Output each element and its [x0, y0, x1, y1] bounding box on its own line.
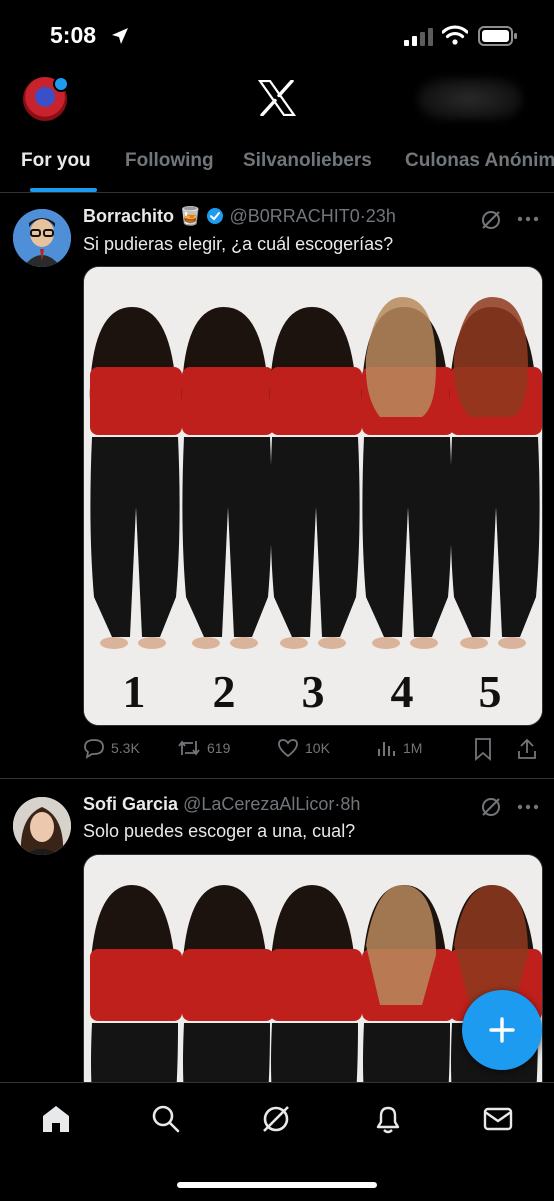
image-label-2: 2	[213, 666, 236, 717]
tweet-header: Sofi Garcia @LaCerezaAlLicor·8h	[83, 794, 361, 814]
wifi-icon	[442, 25, 468, 45]
share-icon[interactable]	[516, 737, 538, 761]
five-women-photo	[84, 855, 542, 1095]
tab-for-you[interactable]: For you	[21, 150, 91, 172]
image-label-4: 4	[391, 666, 414, 717]
tweet-text: Si pudieras elegir, ¿a cuál escogerías?	[83, 234, 394, 254]
tweet-actions: 5.3K 619 10K 1M	[83, 737, 543, 765]
tweet[interactable]: Borrachito 🥃 @B0RRACHIT0·23h Si pudieras…	[0, 193, 554, 778]
repost-count: 619	[207, 740, 231, 756]
verified-badge-icon	[207, 208, 224, 224]
image-label-3: 3	[302, 666, 325, 717]
tab-culonas-anonimas[interactable]: Culonas Anónim	[405, 150, 554, 172]
grok-icon[interactable]	[260, 1103, 292, 1135]
status-bar: 5:08	[0, 0, 554, 70]
author-avatar[interactable]	[13, 797, 71, 855]
timeline-tabs: For you Following Silvanoliebers Culonas…	[0, 140, 554, 193]
whisky-emoji: 🥃	[179, 206, 202, 226]
tweet-header: Borrachito 🥃 @B0RRACHIT0·23h	[83, 206, 396, 226]
more-options-icon[interactable]	[517, 216, 539, 222]
compose-post-button[interactable]	[462, 990, 542, 1070]
repost-button[interactable]: 619	[177, 737, 230, 759]
views-button[interactable]: 1M	[375, 737, 422, 759]
cellular-signal-icon	[404, 28, 433, 46]
tab-silvanoliebers[interactable]: Silvanoliebers	[243, 150, 372, 172]
x-logo-icon	[258, 80, 296, 116]
reply-icon	[84, 739, 104, 759]
notification-dot	[53, 76, 69, 92]
active-tab-indicator	[30, 188, 97, 192]
battery-icon	[478, 26, 517, 46]
cartoon-avatar-icon	[13, 209, 71, 267]
profile-avatar[interactable]	[23, 76, 69, 121]
plus-icon	[489, 1017, 515, 1043]
grok-icon[interactable]	[480, 209, 502, 231]
person-avatar-icon	[13, 797, 71, 855]
messages-icon[interactable]	[482, 1103, 514, 1135]
bookmark-icon[interactable]	[472, 737, 494, 761]
reply-count: 5.3K	[111, 740, 140, 756]
image-label-5: 5	[479, 666, 502, 717]
author-name[interactable]: Borrachito	[83, 206, 174, 226]
tweet-time: 23h	[365, 206, 396, 226]
author-handle: @B0RRACHIT0	[229, 206, 360, 226]
location-arrow-icon	[112, 28, 128, 44]
like-count: 10K	[305, 740, 330, 756]
search-icon[interactable]	[150, 1103, 182, 1135]
home-icon[interactable]	[40, 1103, 72, 1135]
notifications-icon[interactable]	[372, 1103, 404, 1135]
author-handle: @LaCerezaAlLicor	[183, 794, 335, 814]
heart-icon	[278, 739, 298, 758]
views-icon	[378, 742, 395, 756]
grok-icon[interactable]	[480, 796, 502, 818]
repost-icon	[178, 740, 200, 756]
status-time: 5:08	[50, 22, 97, 48]
tweet-image[interactable]: 1 2 3 4 5	[83, 266, 543, 726]
like-button[interactable]: 10K	[277, 737, 330, 759]
view-count: 1M	[403, 740, 423, 756]
author-avatar[interactable]	[13, 209, 71, 267]
reply-button[interactable]: 5.3K	[83, 737, 140, 759]
author-name[interactable]: Sofi Garcia	[83, 794, 178, 814]
five-women-photo: 1 2 3 4 5	[84, 267, 542, 725]
tab-following[interactable]: Following	[125, 150, 214, 172]
image-label-1: 1	[123, 666, 146, 717]
tweet-text: Solo puedes escoger a una, cual?	[83, 821, 356, 841]
more-options-icon[interactable]	[517, 804, 539, 810]
tweet-time: 8h	[340, 794, 361, 814]
tweet-image[interactable]	[83, 854, 543, 1096]
home-indicator	[177, 1182, 377, 1188]
blurred-upgrade-button[interactable]	[418, 78, 522, 120]
